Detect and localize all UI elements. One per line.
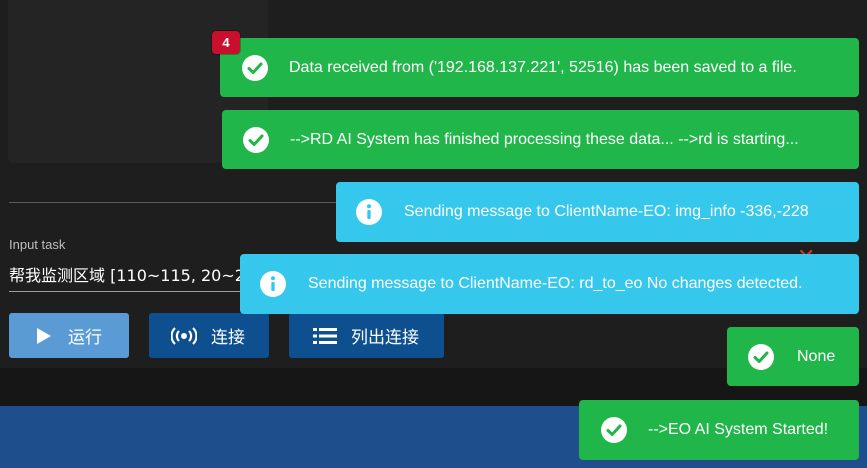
info-circle-icon [260, 271, 286, 297]
toast-rd-processing[interactable]: -->RD AI System has finished processing … [222, 110, 859, 169]
task-input-label: Input task [9, 237, 66, 252]
broadcast-icon [171, 326, 197, 346]
connect-button-label: 连接 [211, 328, 245, 348]
toast-text: -->EO AI System Started! [648, 421, 829, 438]
run-button-label: 运行 [68, 328, 102, 348]
check-circle-icon [748, 343, 774, 370]
toast-text: Sending message to ClientName-EO: rd_to_… [308, 275, 803, 292]
check-circle-icon [601, 417, 627, 443]
toast-data-saved[interactable]: Data received from ('192.168.137.221', 5… [220, 38, 859, 97]
list-icon [313, 327, 337, 344]
toast-text: Sending message to ClientName-EO: img_in… [404, 203, 809, 220]
check-circle-icon [242, 54, 268, 81]
toast-text: -->RD AI System has finished processing … [290, 130, 799, 148]
list-connections-button-label: 列出连接 [351, 328, 419, 348]
check-circle-icon [243, 126, 269, 153]
run-button[interactable]: 运行 [9, 313, 129, 358]
info-circle-icon [356, 199, 382, 225]
notification-count-badge: 4 [212, 31, 240, 54]
list-connections-button[interactable]: 列出连接 [289, 313, 444, 358]
toast-img-info[interactable]: Sending message to ClientName-EO: img_in… [336, 182, 859, 242]
play-icon [36, 327, 52, 345]
toast-none[interactable]: None [727, 327, 859, 386]
toast-text: None [797, 347, 836, 365]
app-window: Input task ✕ 运行 连接 列出连接 [0, 0, 867, 468]
toast-rd-to-eo[interactable]: Sending message to ClientName-EO: rd_to_… [240, 254, 859, 314]
toast-text: Data received from ('192.168.137.221', 5… [289, 58, 797, 76]
connect-button[interactable]: 连接 [149, 313, 269, 358]
toast-eo-started[interactable]: -->EO AI System Started! [579, 400, 859, 460]
